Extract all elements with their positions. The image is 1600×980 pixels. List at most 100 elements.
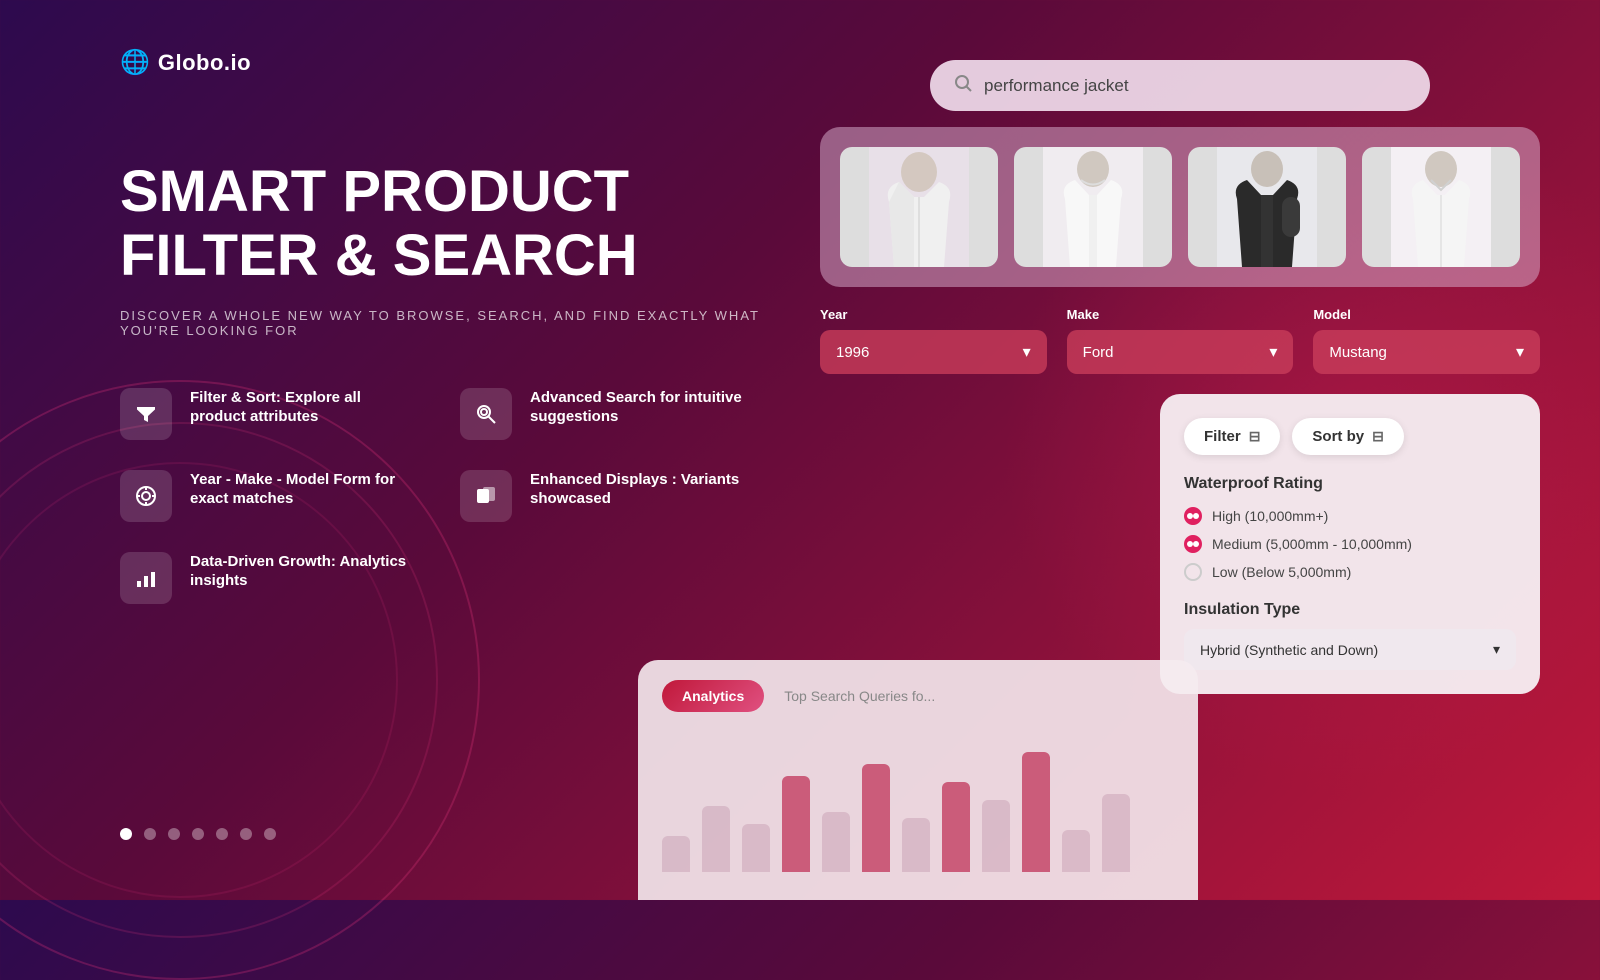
product-img-2[interactable] [1014, 147, 1172, 267]
waterproof-option-medium[interactable]: Medium (5,000mm - 10,000mm) [1184, 535, 1516, 553]
feature-analytics: Data-Driven Growth: Analytics insights [120, 552, 420, 604]
logo-icon: 🌐 [120, 48, 150, 77]
ymm-make-value: Ford [1083, 344, 1114, 361]
feature-advanced-search-text: Advanced Search for intuitive suggestion… [530, 388, 760, 431]
analytics-header: Analytics Top Search Queries fo... [662, 680, 1174, 712]
dot-1[interactable] [120, 828, 132, 840]
waterproof-label-high: High (10,000mm+) [1212, 508, 1328, 524]
insulation-value: Hybrid (Synthetic and Down) [1200, 642, 1378, 658]
ymm-icon [135, 485, 157, 507]
waterproof-title: Waterproof Rating [1184, 475, 1516, 493]
ymm-model-chevron: ▾ [1516, 342, 1524, 362]
ymm-make-select[interactable]: Ford ▾ [1067, 330, 1294, 374]
feature-analytics-title: Data-Driven Growth: Analytics insights [190, 552, 420, 591]
variants-icon [475, 485, 497, 507]
ymm-model-select[interactable]: Mustang ▾ [1313, 330, 1540, 374]
feature-analytics-text: Data-Driven Growth: Analytics insights [190, 552, 420, 595]
ymm-make-label: Make [1067, 307, 1294, 322]
analytics-sub-label: Top Search Queries fo... [784, 688, 935, 704]
dot-3[interactable] [168, 828, 180, 840]
bar-6 [902, 818, 930, 872]
ymm-make-group: Make Ford ▾ [1067, 307, 1294, 374]
filter-button[interactable]: Filter ⊟ [1184, 418, 1280, 455]
filter-panel: Filter ⊟ Sort by ⊟ Waterproof Rating Hig… [1160, 394, 1540, 694]
insulation-chevron-icon: ▾ [1493, 641, 1500, 658]
feature-ymm-title: Year - Make - Model Form for exact match… [190, 470, 420, 509]
feature-variants-text: Enhanced Displays : Variants showcased [530, 470, 760, 513]
insulation-dropdown[interactable]: Hybrid (Synthetic and Down) ▾ [1184, 629, 1516, 670]
advanced-search-icon [475, 403, 497, 425]
filter-header: Filter ⊟ Sort by ⊟ [1184, 418, 1516, 455]
analytics-icon-box [120, 552, 172, 604]
filter-sliders-icon: ⊟ [1249, 428, 1261, 445]
feature-advanced-search-title: Advanced Search for intuitive suggestion… [530, 388, 760, 427]
product-img-1[interactable] [840, 147, 998, 267]
dots-indicator [120, 828, 276, 840]
filter-button-label: Filter [1204, 428, 1241, 445]
ymm-icon-box [120, 470, 172, 522]
dot-4[interactable] [192, 828, 204, 840]
images-panel [820, 127, 1540, 287]
feature-variants-title: Enhanced Displays : Variants showcased [530, 470, 760, 509]
bar-8 [982, 800, 1010, 872]
ymm-year-label: Year [820, 307, 1047, 322]
product-img-4[interactable] [1362, 147, 1520, 267]
analytics-tab-button[interactable]: Analytics [662, 680, 764, 712]
ymm-model-value: Mustang [1329, 344, 1387, 361]
bar-7 [942, 782, 970, 872]
filter-icon [135, 403, 157, 425]
ymm-model-label: Model [1313, 307, 1540, 322]
feature-variants: Enhanced Displays : Variants showcased [460, 470, 760, 522]
bar-1 [702, 806, 730, 872]
product-img-3[interactable] [1188, 147, 1346, 267]
insulation-title: Insulation Type [1184, 601, 1516, 619]
waterproof-option-low[interactable]: Low (Below 5,000mm) [1184, 563, 1516, 581]
radio-medium [1184, 535, 1202, 553]
sort-by-label: Sort by [1312, 428, 1364, 445]
ymm-year-chevron: ▾ [1023, 342, 1031, 362]
ymm-model-group: Model Mustang ▾ [1313, 307, 1540, 374]
search-icon-box [460, 388, 512, 440]
radio-high [1184, 507, 1202, 525]
feature-advanced-search: Advanced Search for intuitive suggestion… [460, 388, 760, 440]
dot-5[interactable] [216, 828, 228, 840]
bar-11 [1102, 794, 1130, 872]
feature-ymm-text: Year - Make - Model Form for exact match… [190, 470, 420, 513]
feature-filter-sort-text: Filter & Sort: Explore all product attri… [190, 388, 420, 431]
features-grid: Filter & Sort: Explore all product attri… [120, 388, 760, 604]
waterproof-option-high[interactable]: High (10,000mm+) [1184, 507, 1516, 525]
bar-chart [662, 732, 1174, 872]
dot-7[interactable] [264, 828, 276, 840]
sort-by-button[interactable]: Sort by ⊟ [1292, 418, 1403, 455]
bar-4 [822, 812, 850, 872]
sort-sliders-icon: ⊟ [1372, 428, 1384, 445]
logo-text: Globo.io [158, 50, 251, 76]
variants-icon-box [460, 470, 512, 522]
ymm-year-group: Year 1996 ▾ [820, 307, 1047, 374]
waterproof-section: Waterproof Rating High (10,000mm+) Mediu… [1184, 475, 1516, 581]
logo: 🌐 Globo.io [120, 48, 251, 77]
insulation-section: Insulation Type Hybrid (Synthetic and Do… [1184, 601, 1516, 670]
search-bar[interactable]: performance jacket [930, 60, 1430, 111]
ymm-year-select[interactable]: 1996 ▾ [820, 330, 1047, 374]
waterproof-label-low: Low (Below 5,000mm) [1212, 564, 1351, 580]
search-input-value: performance jacket [984, 76, 1406, 96]
ymm-year-value: 1996 [836, 344, 869, 361]
dot-6[interactable] [240, 828, 252, 840]
left-content: SMART PRODUCT FILTER & SEARCH DISCOVER A… [120, 160, 760, 604]
radio-low [1184, 563, 1202, 581]
analytics-icon [135, 567, 157, 589]
dot-2[interactable] [144, 828, 156, 840]
subtitle: DISCOVER A WHOLE NEW WAY TO BROWSE, SEAR… [120, 308, 760, 338]
analytics-panel: Analytics Top Search Queries fo... [638, 660, 1198, 900]
ymm-row: Year 1996 ▾ Make Ford ▾ Model Mustang ▾ [820, 307, 1540, 374]
search-icon [954, 74, 972, 97]
filter-icon-box [120, 388, 172, 440]
bar-5 [862, 764, 890, 872]
main-title: SMART PRODUCT FILTER & SEARCH [120, 160, 760, 288]
feature-filter-sort-title: Filter & Sort: Explore all product attri… [190, 388, 420, 427]
bar-3 [782, 776, 810, 872]
ymm-make-chevron: ▾ [1269, 342, 1277, 362]
feature-ymm: Year - Make - Model Form for exact match… [120, 470, 420, 522]
right-panel: performance jacket [820, 60, 1540, 694]
